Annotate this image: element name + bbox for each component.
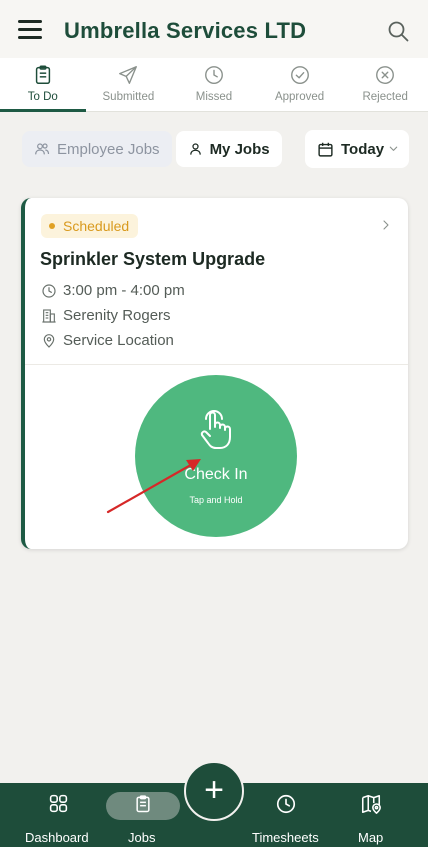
date-filter-label: Today: [341, 140, 385, 158]
menu-icon[interactable]: [18, 20, 42, 42]
tab-rejected[interactable]: Rejected: [342, 58, 428, 111]
grid-icon: [49, 794, 68, 813]
annotation-arrow: [106, 459, 201, 514]
clock-icon: [276, 794, 296, 814]
nav-jobs[interactable]: Jobs: [106, 783, 180, 847]
tab-submitted[interactable]: Submitted: [86, 58, 172, 111]
building-icon: [42, 308, 56, 323]
app-title: Umbrella Services LTD: [64, 18, 307, 43]
tab-approved[interactable]: Approved: [257, 58, 343, 111]
plus-icon: +: [204, 770, 224, 809]
my-jobs-button[interactable]: My Jobs: [175, 131, 282, 167]
calendar-icon: [318, 142, 333, 157]
nav-dashboard[interactable]: Dashboard: [20, 783, 96, 847]
job-client: Serenity Rogers: [63, 307, 171, 324]
map-pin-icon: [43, 333, 55, 348]
job-time-row: 3:00 pm - 4:00 pm: [41, 282, 185, 299]
paper-plane-icon: [119, 66, 138, 84]
tab-label: Rejected: [362, 91, 408, 103]
nav-map[interactable]: Map: [350, 783, 392, 847]
job-location: Service Location: [63, 332, 174, 349]
nav-label: Dashboard: [25, 830, 89, 845]
user-icon: [189, 143, 201, 155]
check-circle-icon: [290, 66, 309, 84]
tab-label: Missed: [195, 91, 233, 103]
nav-label: Jobs: [128, 830, 156, 845]
top-app-bar: Umbrella Services LTD: [0, 0, 428, 62]
search-icon[interactable]: [386, 19, 410, 43]
clipboard-icon: [35, 65, 50, 84]
chevron-right-icon[interactable]: [380, 218, 392, 232]
tab-label: Submitted: [102, 91, 155, 103]
tab-to-do[interactable]: To Do: [0, 58, 86, 112]
map-pin-icon: [361, 794, 381, 814]
job-time: 3:00 pm - 4:00 pm: [63, 282, 185, 299]
status-tabs: To Do Submitted Missed Approved Rejected: [0, 58, 428, 112]
my-jobs-label: My Jobs: [209, 140, 270, 158]
job-location-row: Service Location: [41, 332, 174, 349]
job-card[interactable]: Scheduled Sprinkler System Upgrade 3:00 …: [21, 198, 408, 549]
add-button[interactable]: +: [184, 761, 244, 821]
clock-icon: [205, 66, 223, 84]
tab-label: Approved: [274, 91, 325, 103]
clipboard-icon: [136, 795, 150, 813]
card-divider: [25, 364, 408, 365]
employee-jobs-label: Employee Jobs: [57, 140, 160, 158]
job-title: Sprinkler System Upgrade: [40, 249, 266, 269]
employee-jobs-button[interactable]: Employee Jobs: [22, 131, 172, 167]
status-dot: [49, 223, 55, 229]
tab-missed[interactable]: Missed: [171, 58, 257, 111]
users-icon: [35, 143, 50, 155]
nav-label: Map: [358, 830, 384, 845]
chevron-down-icon: [389, 146, 398, 151]
nav-label: Timesheets: [252, 830, 319, 845]
job-client-row: Serenity Rogers: [41, 307, 171, 324]
tap-hand-icon: [200, 410, 231, 449]
date-filter-dropdown[interactable]: Today: [305, 130, 409, 168]
tab-label: To Do: [27, 91, 58, 103]
status-badge: Scheduled: [41, 214, 139, 238]
clock-icon: [42, 283, 56, 298]
job-scope-toggle: Employee Jobs My Jobs: [22, 131, 282, 169]
status-label: Scheduled: [63, 218, 130, 234]
nav-timesheets[interactable]: Timesheets: [248, 783, 328, 847]
x-circle-icon: [376, 66, 395, 84]
